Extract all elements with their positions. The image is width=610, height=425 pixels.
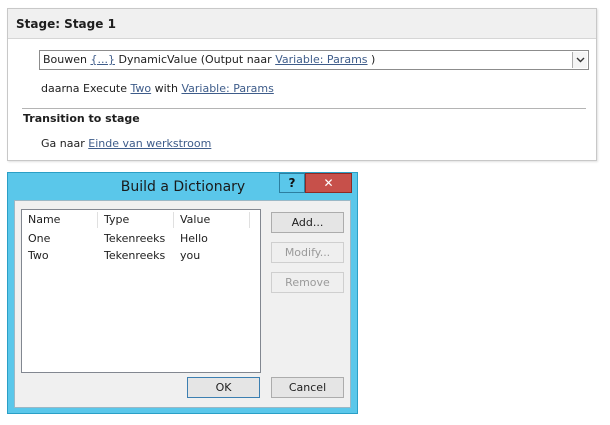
output-variable-link[interactable]: Variable: Params: [275, 53, 367, 66]
cancel-button[interactable]: Cancel: [271, 377, 344, 398]
dictionary-listview[interactable]: Name Type Value One Tekenreeks Hello Two…: [21, 209, 261, 373]
remove-button[interactable]: Remove: [271, 272, 344, 293]
ok-button[interactable]: OK: [187, 377, 260, 398]
execute-prefix: daarna Execute: [41, 82, 127, 95]
execute-variable-link[interactable]: Variable: Params: [181, 82, 273, 95]
dictionary-link[interactable]: {...}: [90, 53, 115, 66]
list-item[interactable]: One Tekenreeks Hello: [22, 231, 260, 247]
goto-row: Ga naar Einde van werkstroom: [41, 137, 211, 150]
item-value: you: [180, 249, 201, 262]
close-button[interactable]: ✕: [305, 173, 352, 193]
goto-prefix: Ga naar: [41, 137, 85, 150]
action-middle-text: DynamicValue (Output naar: [118, 53, 272, 66]
column-header-value[interactable]: Value: [174, 212, 250, 228]
stage-panel: Stage: Stage 1 Bouwen {...} DynamicValue…: [7, 8, 597, 161]
column-header-name[interactable]: Name: [22, 212, 98, 228]
divider: [22, 108, 586, 109]
item-type: Tekenreeks: [104, 249, 166, 262]
transition-title: Transition to stage: [23, 112, 140, 125]
list-item[interactable]: Two Tekenreeks you: [22, 248, 260, 264]
build-dictionary-dialog: Build a Dictionary ? ✕ Name Type Value O…: [7, 172, 358, 414]
dialog-client-area: Name Type Value One Tekenreeks Hello Two…: [14, 200, 351, 408]
stage-body: Bouwen {...} DynamicValue (Output naar V…: [8, 39, 596, 160]
action-close-paren: ): [371, 53, 376, 66]
execute-with: with: [154, 82, 178, 95]
item-name: Two: [28, 249, 49, 262]
modify-button[interactable]: Modify...: [271, 242, 344, 263]
action-row[interactable]: Bouwen {...} DynamicValue (Output naar V…: [39, 50, 589, 70]
execute-target-link[interactable]: Two: [131, 82, 152, 95]
add-button[interactable]: Add...: [271, 212, 344, 233]
column-header-type[interactable]: Type: [98, 212, 174, 228]
action-verb: Bouwen: [43, 53, 87, 66]
item-name: One: [28, 232, 51, 245]
action-dropdown-button[interactable]: [572, 52, 587, 68]
execute-row: daarna Execute Two with Variable: Params: [41, 82, 274, 95]
stage-title: Stage: Stage 1: [8, 9, 596, 39]
item-value: Hello: [180, 232, 208, 245]
listview-header: Name Type Value: [22, 212, 260, 228]
help-button[interactable]: ?: [279, 173, 305, 193]
chevron-down-icon: [576, 57, 585, 63]
item-type: Tekenreeks: [104, 232, 166, 245]
goto-target-link[interactable]: Einde van werkstroom: [88, 137, 211, 150]
